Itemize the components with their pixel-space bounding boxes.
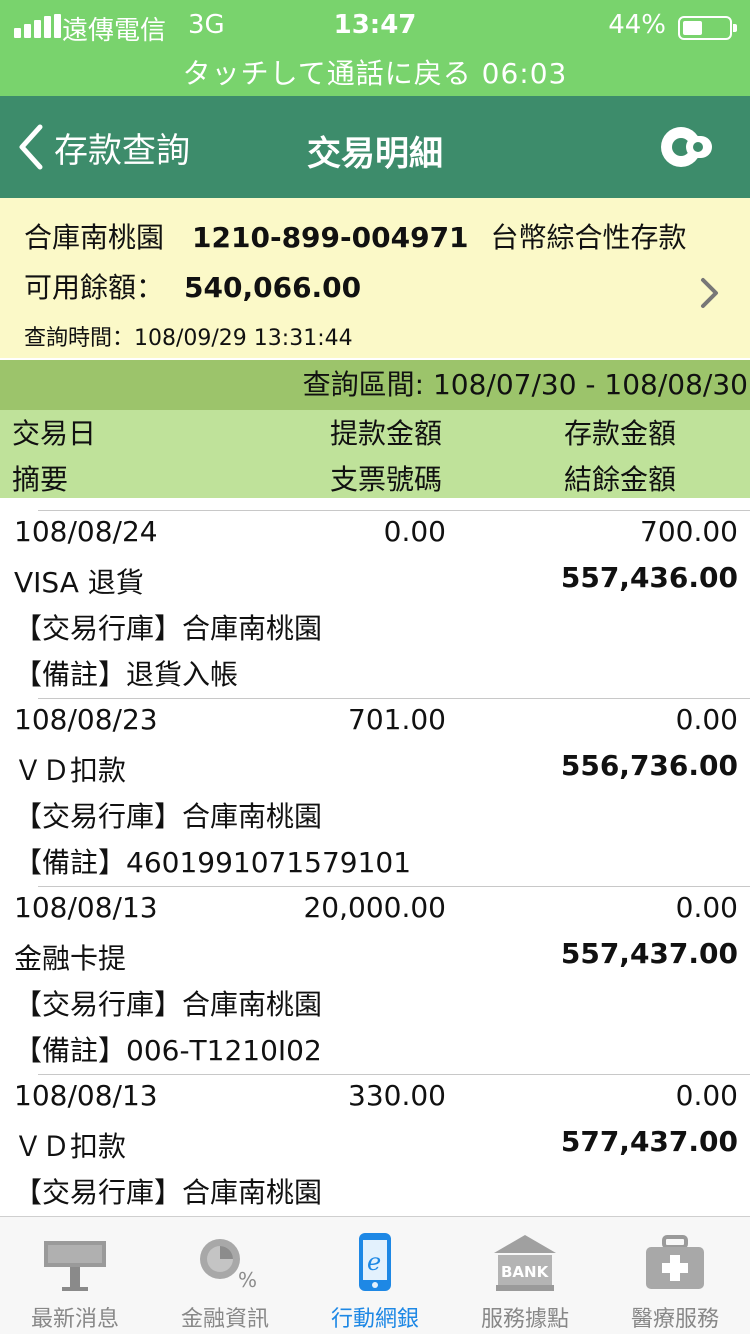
query-range: 查詢區間: 108/07/30 - 108/08/30: [0, 360, 750, 410]
txn-deposit: 700.00: [640, 515, 738, 548]
col-date: 交易日: [12, 417, 97, 450]
txn-date: 108/08/24: [14, 515, 158, 548]
txn-withdraw: 330.00: [348, 1079, 446, 1112]
bank-logo-icon[interactable]: [658, 124, 714, 170]
txn-date: 108/08/13: [14, 1079, 158, 1112]
tab-label: 醫療服務: [630, 1307, 719, 1332]
battery-icon: [678, 16, 737, 40]
txn-description: ＶＤ扣款: [14, 754, 127, 787]
col-check-no: 支票號碼: [330, 463, 443, 496]
account-branch: 合庫南桃園: [24, 221, 165, 254]
tab-finance-info[interactable]: % 金融資訊: [150, 1217, 300, 1334]
txn-balance: 577,437.00: [560, 1125, 738, 1158]
bank-branch-icon: BANK: [494, 1235, 556, 1291]
tab-label: 最新消息: [30, 1307, 119, 1332]
txn-note: 【備註】006-T1210I02: [14, 1034, 322, 1067]
txn-description: ＶＤ扣款: [14, 1130, 127, 1163]
txn-deposit: 0.00: [675, 703, 738, 736]
col-withdraw: 提款金額: [330, 417, 443, 450]
txn-balance: 556,736.00: [560, 749, 738, 782]
txn-description: VISA 退貨: [14, 566, 144, 599]
column-headers: 交易日 提款金額 存款金額 摘要 支票號碼 結餘金額: [0, 410, 750, 498]
news-board-icon: [44, 1241, 106, 1291]
status-bar: 遠傳電信 3G 13:47 44% タッチして通話に戻る 06:03: [0, 0, 750, 96]
txn-withdraw: 20,000.00: [303, 891, 446, 924]
txn-deposit: 0.00: [675, 1079, 738, 1112]
transaction-list[interactable]: 108/08/24 0.00 700.00 VISA 退貨 557,436.00…: [0, 498, 750, 1216]
col-deposit: 存款金額: [564, 417, 677, 450]
txn-date: 108/08/23: [14, 703, 158, 736]
col-balance: 結餘金額: [564, 463, 677, 496]
txn-balance: 557,437.00: [560, 937, 738, 970]
return-to-call-banner[interactable]: タッチして通話に戻る 06:03: [0, 52, 750, 92]
txn-withdraw: 0.00: [383, 515, 446, 548]
txn-note: 【備註】4601991071579101: [14, 846, 412, 879]
transaction-row[interactable]: 108/08/13 20,000.00 0.00 金融卡提 557,437.00…: [14, 886, 750, 1074]
tab-medical[interactable]: 醫療服務: [600, 1217, 750, 1334]
tab-bar: 最新消息 % 金融資訊 e 行動網銀 BANK 服務據點 醫療服務: [0, 1216, 750, 1334]
txn-date: 108/08/13: [14, 891, 158, 924]
txn-branch: 【交易行庫】合庫南桃園: [14, 988, 323, 1021]
available-balance-label: 可用餘額：: [24, 271, 165, 304]
navigation-bar: 存款查詢 交易明細: [0, 96, 750, 198]
account-number: 1210-899-004971: [192, 221, 469, 254]
page-title: 交易明細: [307, 134, 443, 174]
svg-text:BANK: BANK: [501, 1263, 550, 1281]
txn-branch: 【交易行庫】合庫南桃園: [14, 800, 323, 833]
mobile-banking-icon: e: [359, 1233, 391, 1291]
tab-news[interactable]: 最新消息: [0, 1217, 150, 1334]
transaction-row[interactable]: 108/08/24 0.00 700.00 VISA 退貨 557,436.00…: [14, 510, 750, 698]
transaction-row[interactable]: 108/08/13 330.00 0.00 ＶＤ扣款 577,437.00 【交…: [14, 1074, 750, 1216]
chevron-right-icon: [701, 278, 718, 308]
tab-label: 服務據點: [480, 1307, 569, 1332]
transaction-row[interactable]: 108/08/23 701.00 0.00 ＶＤ扣款 556,736.00 【交…: [14, 698, 750, 886]
tab-mobile-banking[interactable]: e 行動網銀: [300, 1217, 450, 1334]
txn-note: 【備註】退貨入帳: [14, 658, 239, 691]
tab-label: 行動網銀: [330, 1307, 419, 1332]
query-time: 查詢時間：108/09/29 13:31:44: [24, 326, 353, 351]
svg-text:e: e: [367, 1248, 381, 1276]
txn-withdraw: 701.00: [348, 703, 446, 736]
available-balance-amount: 540,066.00: [184, 271, 362, 304]
account-line: 合庫南桃園 1210-899-004971 台幣綜合性存款: [24, 216, 687, 256]
txn-description: 金融卡提: [14, 942, 127, 975]
txn-branch: 【交易行庫】合庫南桃園: [14, 1176, 323, 1209]
account-summary[interactable]: 合庫南桃園 1210-899-004971 台幣綜合性存款 可用餘額： 540,066…: [0, 198, 750, 358]
svg-text:%: %: [238, 1268, 257, 1292]
txn-deposit: 0.00: [675, 891, 738, 924]
txn-branch: 【交易行庫】合庫南桃園: [14, 612, 323, 645]
battery-percent: 44%: [608, 10, 666, 40]
medical-kit-icon: [646, 1235, 704, 1289]
tab-branches[interactable]: BANK 服務據點: [450, 1217, 600, 1334]
finance-info-icon: %: [200, 1239, 257, 1292]
txn-balance: 557,436.00: [560, 561, 738, 594]
col-summary: 摘要: [12, 463, 69, 496]
account-type: 台幣綜合性存款: [490, 221, 687, 254]
available-balance: 可用餘額： 540,066.00: [24, 266, 361, 306]
tab-label: 金融資訊: [180, 1307, 269, 1332]
